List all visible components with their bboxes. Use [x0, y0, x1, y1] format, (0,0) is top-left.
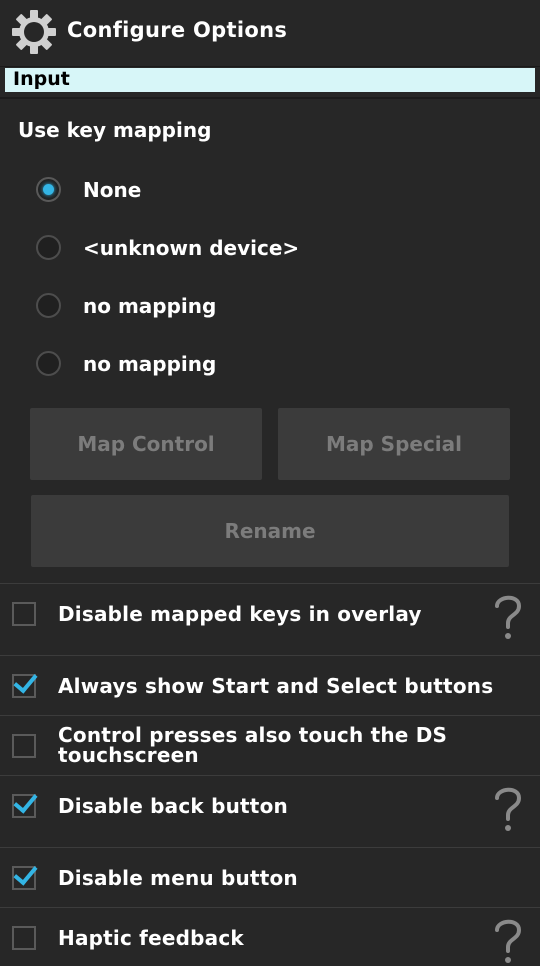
setting-label: Disable mapped keys in overlay [58, 602, 422, 626]
map-control-button[interactable]: Map Control [30, 408, 262, 480]
radio-button-selected[interactable] [36, 177, 61, 202]
radio-button[interactable] [36, 235, 61, 260]
setting-label: Haptic feedback [58, 926, 244, 950]
radio-option-no-mapping-1[interactable]: no mapping [0, 278, 540, 336]
setting-label: Disable back button [58, 794, 288, 818]
checkbox[interactable] [12, 926, 36, 950]
radio-option-label: None [83, 178, 142, 202]
setting-row-disable-mapped-keys[interactable]: Disable mapped keys in overlay [0, 583, 540, 656]
page-title: Configure Options [67, 18, 288, 42]
setting-label: Always show Start and Select buttons [58, 674, 494, 698]
help-question-icon[interactable] [488, 782, 528, 834]
help-question-icon[interactable] [488, 914, 528, 966]
radio-option-label: no mapping [83, 294, 217, 318]
setting-label: Control presses also touch the DS touchs… [58, 723, 448, 767]
radio-button[interactable] [36, 293, 61, 318]
setting-row-always-show-start-select[interactable]: Always show Start and Select buttons [0, 655, 540, 716]
setting-row-disable-back-button[interactable]: Disable back button [0, 775, 540, 848]
section-header-input: Input [5, 68, 535, 92]
help-question-icon[interactable] [488, 590, 528, 642]
radio-option-none[interactable]: None [0, 162, 540, 220]
radio-option-label: no mapping [83, 352, 217, 376]
checkbox-checked[interactable] [12, 674, 36, 698]
radio-button[interactable] [36, 351, 61, 376]
title-bar: Configure Options [0, 0, 540, 67]
radio-option-no-mapping-2[interactable]: no mapping [0, 336, 540, 394]
checkbox-checked[interactable] [12, 794, 36, 818]
setting-row-haptic-feedback[interactable]: Haptic feedback [0, 907, 540, 963]
checkbox-checked[interactable] [12, 866, 36, 890]
rename-button[interactable]: Rename [31, 495, 509, 567]
gear-icon[interactable] [11, 9, 57, 55]
setting-row-control-presses-touch[interactable]: Control presses also touch the DS touchs… [0, 715, 540, 776]
radio-option-label: <unknown device> [83, 236, 300, 260]
setting-row-disable-menu-button[interactable]: Disable menu button [0, 847, 540, 908]
checkbox[interactable] [12, 602, 36, 626]
map-special-button[interactable]: Map Special [278, 408, 510, 480]
section-divider [0, 97, 540, 99]
radio-option-unknown-device[interactable]: <unknown device> [0, 220, 540, 278]
setting-label: Disable menu button [58, 866, 298, 890]
checkbox[interactable] [12, 734, 36, 758]
key-mapping-label: Use key mapping [18, 118, 212, 142]
